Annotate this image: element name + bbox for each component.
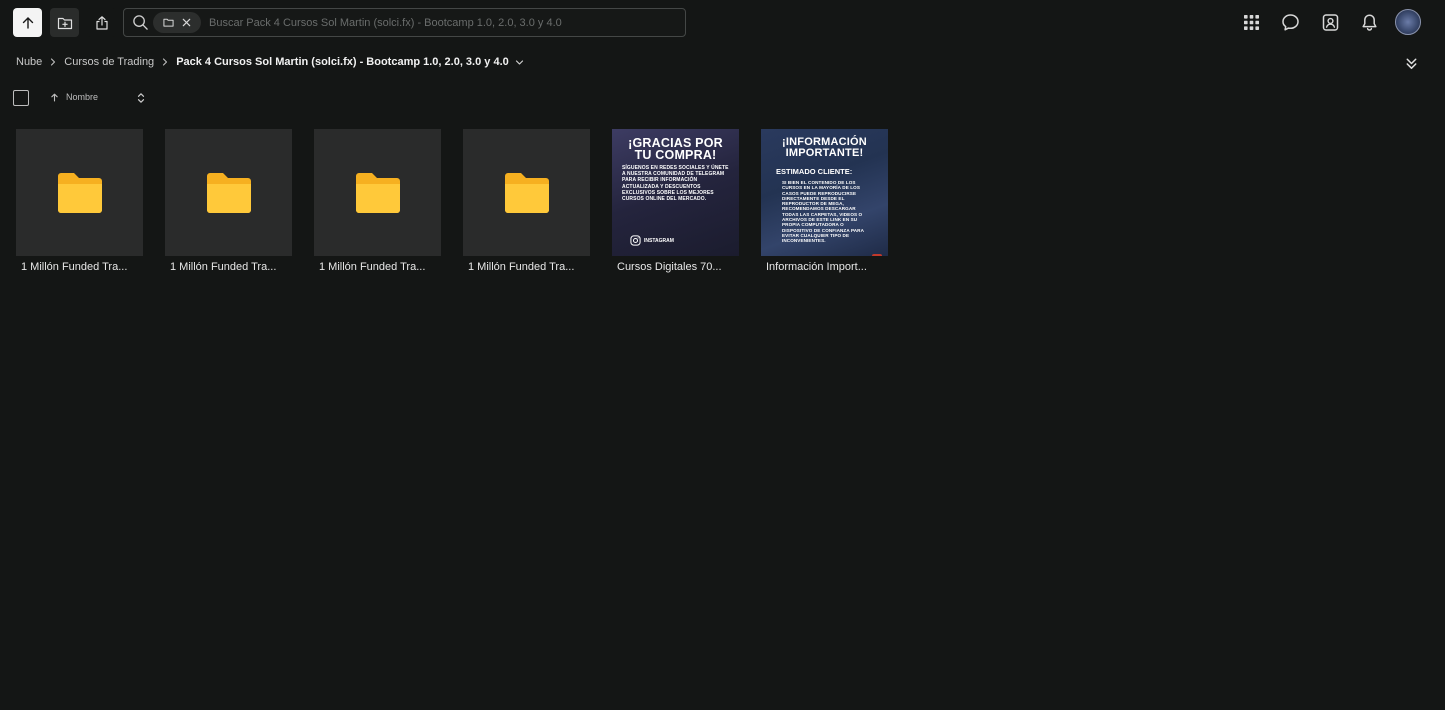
share-upload-icon: [95, 15, 108, 30]
file-tile[interactable]: ¡INFORMACIÓN IMPORTANTE! ESTIMADO CLIENT…: [761, 129, 888, 273]
file-name: Información Import...: [766, 261, 867, 273]
new-folder-button[interactable]: [50, 8, 79, 37]
contacts-icon[interactable]: [1315, 7, 1345, 37]
poster-body: SÍGUENOS EN REDES SOCIALES Y ÚNETE A NUE…: [622, 165, 729, 203]
avatar[interactable]: [1395, 9, 1421, 35]
search-bar[interactable]: [123, 8, 686, 37]
file-tile[interactable]: 1 Millón Funded Tra...: [16, 129, 143, 273]
go-up-button[interactable]: [13, 8, 42, 37]
folder-icon: [162, 18, 174, 27]
breadcrumb: Nube Cursos de Trading Pack 4 Cursos Sol…: [16, 53, 524, 71]
bell-icon[interactable]: [1355, 7, 1385, 37]
folder-thumbnail[interactable]: [463, 129, 590, 256]
poster-social-label: INSTAGRAM: [644, 237, 674, 244]
upload-button[interactable]: [87, 8, 116, 37]
file-tile[interactable]: 1 Millón Funded Tra...: [165, 129, 292, 273]
folder-plus-icon: [57, 17, 72, 29]
arrow-up-icon: [51, 93, 58, 102]
image-thumbnail[interactable]: ¡GRACIAS POR TU COMPRA! SÍGUENOS EN REDE…: [612, 129, 739, 256]
chevron-down-icon[interactable]: [515, 58, 524, 67]
search-input[interactable]: [201, 9, 685, 36]
sort-label-text: Nombre: [66, 92, 99, 102]
poster-body: SI BIEN EL CONTENIDO DE LOS CURSOS EN LA…: [782, 180, 864, 244]
file-name: 1 Millón Funded Tra...: [170, 261, 277, 273]
apps-grid-icon[interactable]: [1236, 7, 1266, 37]
sort-by-name[interactable]: Nombre: [50, 92, 98, 102]
search-scope-chip[interactable]: [153, 12, 201, 33]
file-tile[interactable]: 1 Millón Funded Tra...: [463, 129, 590, 273]
chevron-right-icon: [46, 58, 60, 66]
folder-thumbnail[interactable]: [314, 129, 441, 256]
file-name: Cursos Digitales 70...: [617, 261, 722, 273]
close-icon[interactable]: [181, 17, 192, 28]
poster-social: INSTAGRAM: [630, 235, 674, 246]
select-all-checkbox[interactable]: [13, 90, 29, 106]
top-bar: [0, 0, 1445, 44]
folder-icon: [504, 172, 549, 213]
search-icon: [131, 14, 149, 32]
file-name: 1 Millón Funded Tra...: [319, 261, 426, 273]
folder-icon: [57, 172, 102, 213]
file-name: 1 Millón Funded Tra...: [21, 261, 128, 273]
breadcrumb-item-nube[interactable]: Nube: [16, 56, 42, 68]
breadcrumb-current[interactable]: Pack 4 Cursos Sol Martin (solci.fx) - Bo…: [176, 56, 509, 68]
header-actions: [1236, 7, 1421, 37]
chat-icon[interactable]: [1276, 7, 1306, 37]
instagram-icon: [630, 235, 641, 246]
file-name: 1 Millón Funded Tra...: [468, 261, 575, 273]
gracias-poster: ¡GRACIAS POR TU COMPRA! SÍGUENOS EN REDE…: [612, 129, 739, 256]
file-tile[interactable]: 1 Millón Funded Tra...: [314, 129, 441, 273]
poster-heading-2: TU COMPRA!: [634, 148, 717, 162]
folder-icon: [206, 172, 251, 213]
collapse-icon[interactable]: [1403, 55, 1420, 72]
folder-icon: [355, 172, 400, 213]
breadcrumb-item-cursos[interactable]: Cursos de Trading: [64, 56, 154, 68]
info-poster: ¡INFORMACIÓN IMPORTANTE! ESTIMADO CLIENT…: [761, 129, 888, 256]
sort-toggle-icon[interactable]: [135, 90, 147, 106]
folder-thumbnail[interactable]: [165, 129, 292, 256]
poster-heading-2: IMPORTANTE!: [785, 147, 864, 159]
image-thumbnail[interactable]: ¡INFORMACIÓN IMPORTANTE! ESTIMADO CLIENT…: [761, 129, 888, 256]
poster-decoration: [872, 254, 882, 256]
folder-thumbnail[interactable]: [16, 129, 143, 256]
chevron-right-icon: [158, 58, 172, 66]
poster-subheading: ESTIMADO CLIENTE:: [776, 167, 853, 176]
arrow-up-icon: [22, 16, 33, 29]
file-tile[interactable]: ¡GRACIAS POR TU COMPRA! SÍGUENOS EN REDE…: [612, 129, 739, 273]
